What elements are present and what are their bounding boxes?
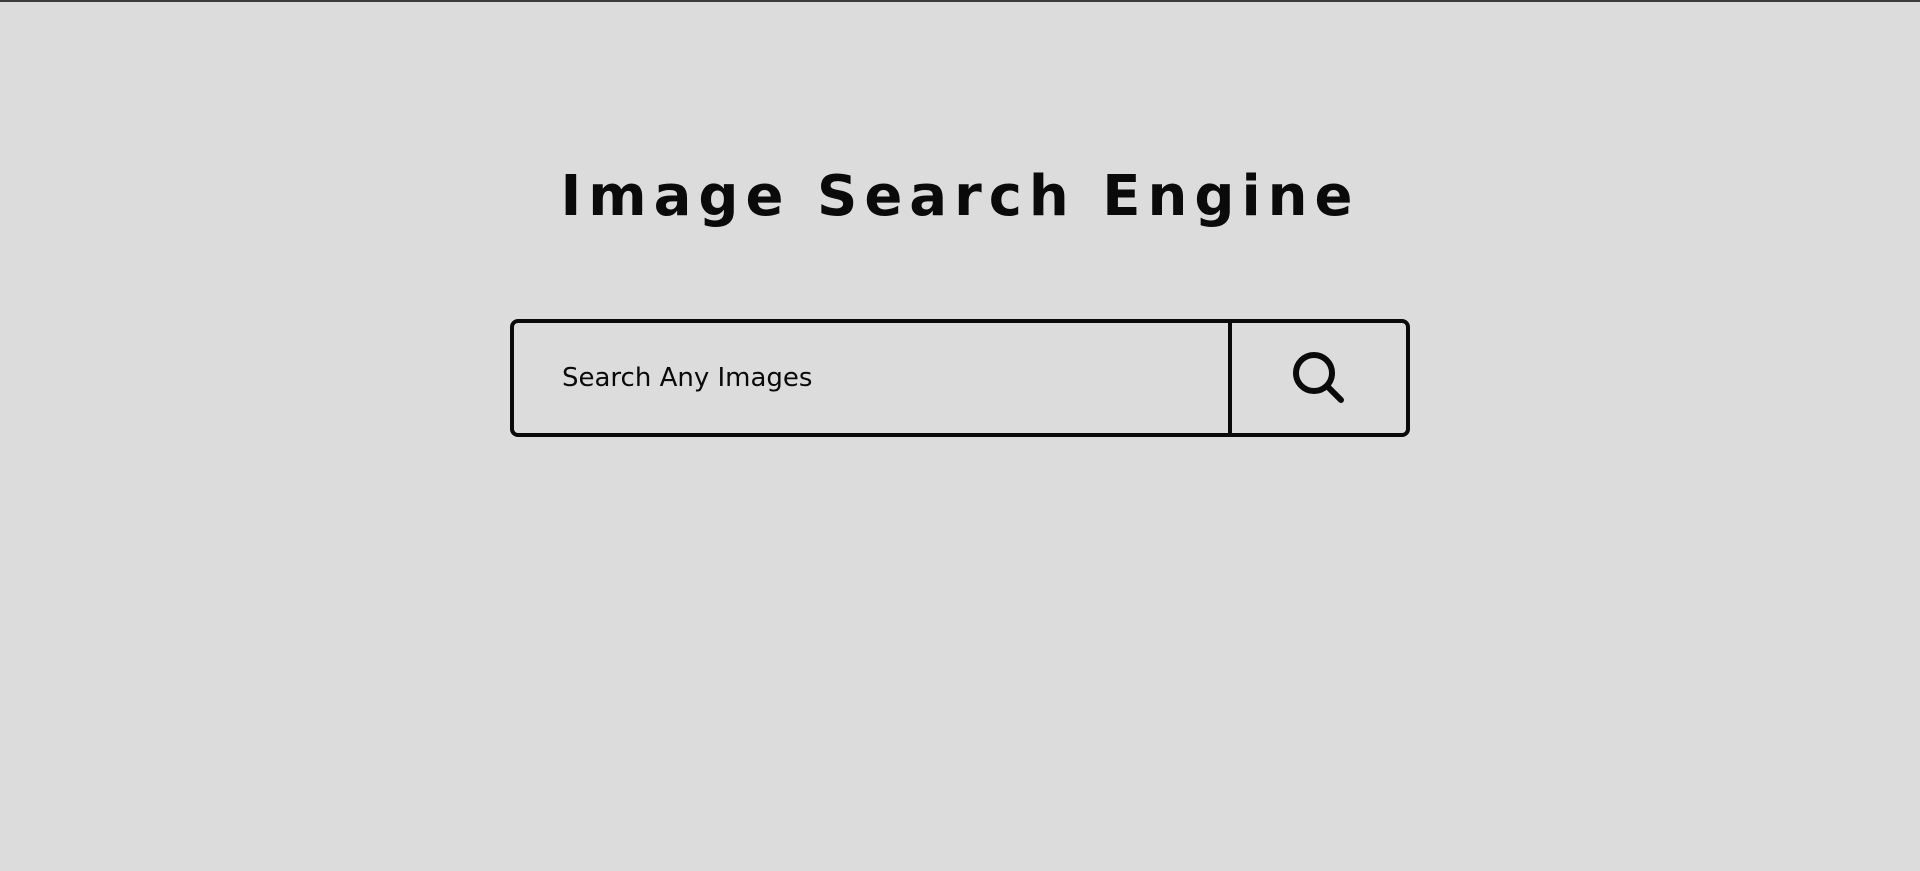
search-input[interactable] bbox=[514, 323, 1232, 433]
search-icon bbox=[1293, 352, 1344, 403]
search-form bbox=[510, 319, 1410, 437]
page-title: Image Search Engine bbox=[560, 164, 1360, 229]
search-button[interactable] bbox=[1232, 323, 1406, 433]
